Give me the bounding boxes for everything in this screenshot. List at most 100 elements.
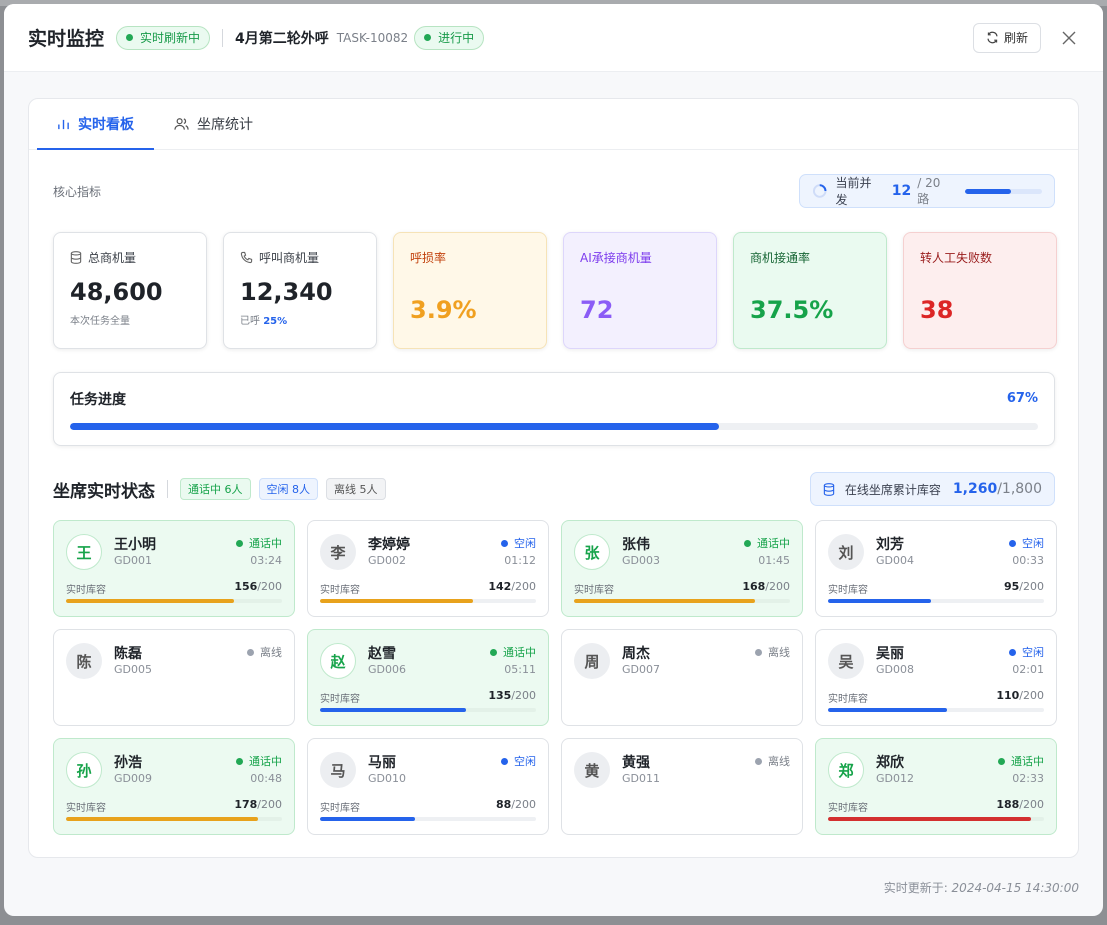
call-duration: 03:24 [250,554,282,567]
agent-card[interactable]: 孙孙浩 GD009 通话中 00:48 实时库容 178/200 [53,738,295,835]
agent-status: 空闲 [1009,535,1044,551]
agent-status: 通话中 [998,753,1044,769]
agent-card[interactable]: 张张伟 GD003 通话中 01:45 实时库容 168/200 [561,520,803,617]
capacity-max: /200 [511,580,536,593]
agent-card[interactable]: 刘刘芳 GD004 空闲 00:33 实时库容 95/200 [815,520,1057,617]
capacity-current: 110 [996,689,1020,702]
capacity-max: /200 [765,580,790,593]
agent-name: 王小明 [114,537,156,553]
metric-transfer-failures: 转人工失败数 38 [903,232,1057,349]
capacity-value: 95/200 [1004,580,1044,593]
dashboard-card: 实时看板 坐席统计 核心指标 当前并发 12 / 20 路 总商机量 48,60… [28,98,1079,858]
progress-bar [70,423,1038,430]
progress-bar-fill [70,423,719,430]
capacity-value: 168/200 [742,580,790,593]
agent-status-label: 通话中 [249,537,282,550]
capacity-value: 156/200 [234,580,282,593]
agent-name: 吴丽 [876,646,904,662]
capacity-bar-fill [320,817,416,821]
metric-value: 72 [580,296,614,324]
capacity-label: 实时库容 [66,585,106,596]
call-duration: 00:48 [250,772,282,785]
agent-section-title: 坐席实时状态 [53,481,155,502]
capacity-label: 实时库容 [320,585,360,596]
status-dot-icon [236,757,243,765]
spinner-icon [812,184,827,198]
agent-card[interactable]: 周周杰 GD007 离线 [561,629,803,726]
call-duration: 01:12 [504,554,536,567]
metric-label-row: 总商机量 [70,249,190,266]
capacity-bar-fill [828,599,931,603]
bar-chart-icon [58,119,69,129]
capacity-current: 135 [488,689,512,702]
header-actions: 刷新 [972,22,1079,53]
agent-name: 李婷婷 [368,537,410,553]
badge-offline: 离线 5人 [326,478,386,500]
agent-card[interactable]: 王王小明 GD001 通话中 03:24 实时库容 156/200 [53,520,295,617]
agent-status-label: 通话中 [249,755,282,768]
agent-status-label: 空闲 [1022,537,1044,550]
agent-name: 黄强 [622,755,650,771]
capacity-label: 实时库容 [828,585,868,596]
agent-id: GD010 [368,772,406,785]
tab-label: 实时看板 [78,117,134,133]
last-updated: 实时更新于: 2024-04-15 14:30:00 [884,879,1079,896]
progress-percent: 67% [1006,391,1038,406]
metric-sub: 本次任务全量 [70,316,130,327]
agent-status-label: 空闲 [514,537,536,550]
agent-status-label: 通话中 [1011,755,1044,768]
agent-status: 通话中 [236,753,282,769]
task-status-pill: 进行中 [414,25,485,50]
agent-status-label: 通话中 [757,537,790,550]
call-duration: 05:11 [504,663,536,676]
capacity-label: 实时库容 [828,803,868,814]
agent-status-header: 坐席实时状态 通话中 6人 空闲 8人 离线 5人 在线坐席累计库容 1,260… [53,472,1055,506]
tab-realtime-board[interactable]: 实时看板 [37,99,154,150]
capacity-total: /1,800 [997,481,1042,497]
database-icon [70,251,82,264]
monitor-modal: 实时监控 实时刷新中 4月第二轮外呼 TASK-10082 进行中 刷新 实时看… [4,4,1103,916]
agent-card[interactable]: 黄黄强 GD011 离线 [561,738,803,835]
concurrency-label: 当前并发 [835,176,872,207]
agent-id: GD011 [622,772,660,785]
capacity-current: 88 [495,798,512,811]
status-dot-icon [247,648,254,656]
capacity-value: 110/200 [996,689,1044,702]
refresh-button[interactable]: 刷新 [972,22,1041,53]
agent-card[interactable]: 吴吴丽 GD008 空闲 02:01 实时库容 110/200 [815,629,1057,726]
metric-call-loss-rate: 呼损率 3.9% [393,232,547,349]
close-icon[interactable] [1059,28,1079,48]
capacity-max: /200 [511,798,536,811]
task-progress-card: 任务进度 67% [53,372,1055,446]
agent-status-label: 空闲 [514,755,536,768]
capacity-bar-fill [320,708,466,712]
agent-status: 空闲 [501,535,536,551]
agent-card[interactable]: 赵赵雪 GD006 通话中 05:11 实时库容 135/200 [307,629,549,726]
concurrency-value: 12 [891,183,912,199]
capacity-value: 88/200 [496,798,536,811]
metric-total-opportunities: 总商机量 48,600 本次任务全量 [53,232,207,349]
capacity-max: /200 [257,580,282,593]
agent-card[interactable]: 陈陈磊 GD005 离线 [53,629,295,726]
agent-id: GD004 [876,554,914,567]
capacity-current: 142 [488,580,512,593]
status-dot-icon [1009,648,1016,656]
status-dot-icon [1009,539,1016,547]
agent-status: 离线 [755,644,790,660]
call-duration: 02:33 [1012,772,1044,785]
call-duration: 02:01 [1012,663,1044,676]
agent-card[interactable]: 郑郑欣 GD012 通话中 02:33 实时库容 188/200 [815,738,1057,835]
status-dot-icon [424,34,432,41]
agent-status: 通话中 [236,535,282,551]
live-dot-icon [126,34,134,41]
tab-agent-stats[interactable]: 坐席统计 [154,99,273,149]
capacity-value: 1,260 [952,481,998,497]
metric-label-row: 呼叫商机量 [240,249,360,266]
modal-header: 实时监控 实时刷新中 4月第二轮外呼 TASK-10082 进行中 刷新 [4,4,1103,72]
metric-value: 48,600 [70,278,163,306]
metric-label: 呼叫商机量 [259,251,320,265]
agent-card[interactable]: 李李婷婷 GD002 空闲 01:12 实时库容 142/200 [307,520,549,617]
concurrency-bar-fill [964,188,1012,194]
agent-card[interactable]: 马马丽 GD010 空闲 实时库容 88/200 [307,738,549,835]
concurrency-indicator: 当前并发 12 / 20 路 [799,174,1055,208]
